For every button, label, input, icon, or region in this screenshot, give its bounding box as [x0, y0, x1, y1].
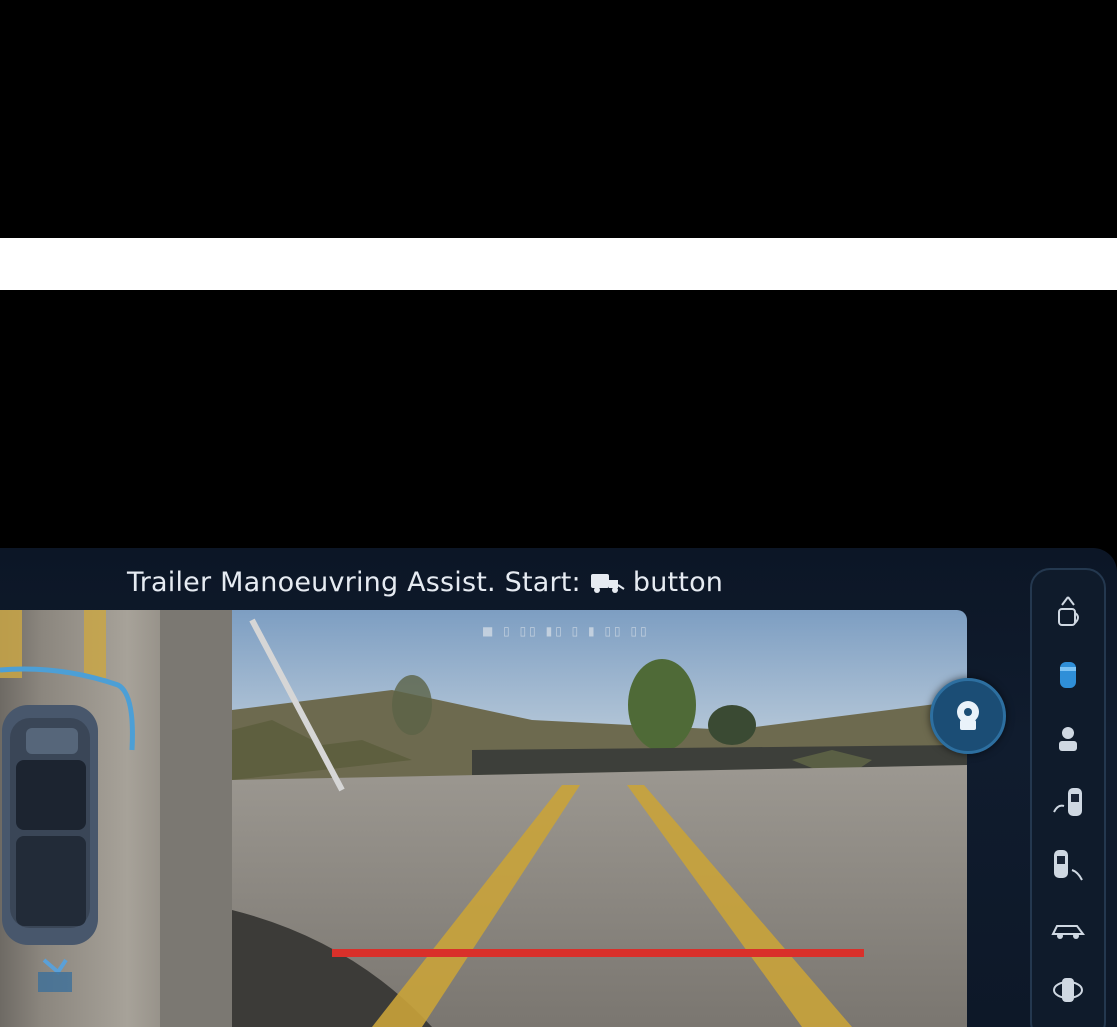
top-black-area: [0, 0, 1117, 238]
side-profile-car-icon: [1051, 925, 1085, 939]
rear-camera-view: ■ ▯ ▯▯ ▮▯ ▯ ▮ ▯▯ ▯▯: [232, 610, 967, 1027]
sidebar-item-parking-sensors[interactable]: [1048, 592, 1088, 632]
title-suffix: button: [632, 567, 724, 598]
sidebar-item-right-view[interactable]: [1048, 846, 1088, 886]
camera-view-switch-button[interactable]: [930, 678, 1006, 754]
trailer-icon: [589, 571, 625, 595]
sidebar-item-driver-view[interactable]: [1048, 720, 1088, 760]
vehicle-top-view: [0, 666, 135, 992]
title-prefix: Trailer Manoeuvring Assist. Start:: [127, 567, 581, 598]
left-view-icon: [1053, 788, 1082, 816]
white-band: [0, 238, 1117, 290]
sidebar-item-rear-camera[interactable]: [1048, 656, 1088, 696]
sidebar-item-360-view[interactable]: [1048, 970, 1088, 1010]
view-selector-sidebar: [1030, 568, 1106, 1027]
360-view-icon: [1053, 978, 1083, 1002]
driver-view-icon: [1059, 727, 1077, 751]
top-down-view: [0, 610, 232, 1027]
sidebar-item-side-profile[interactable]: [1048, 910, 1088, 950]
right-view-icon: [1054, 850, 1083, 881]
page-title: Trailer Manoeuvring Assist. Start: butto…: [127, 567, 723, 598]
hitch-icon: [38, 958, 72, 992]
camera-view-switch-icon: [957, 701, 979, 730]
camera-caption: ■ ▯ ▯▯ ▮▯ ▯ ▮ ▯▯ ▯▯: [482, 624, 650, 638]
camera-image: [232, 610, 967, 1027]
middle-black-area: [0, 290, 1117, 550]
rear-camera-icon: [1060, 662, 1076, 688]
car-top-icon: [2, 705, 98, 945]
trailer-assist-display: Trailer Manoeuvring Assist. Start: butto…: [0, 548, 1117, 1027]
sidebar-item-left-view[interactable]: [1048, 782, 1088, 822]
parking-sensor-icon: [1058, 596, 1079, 626]
